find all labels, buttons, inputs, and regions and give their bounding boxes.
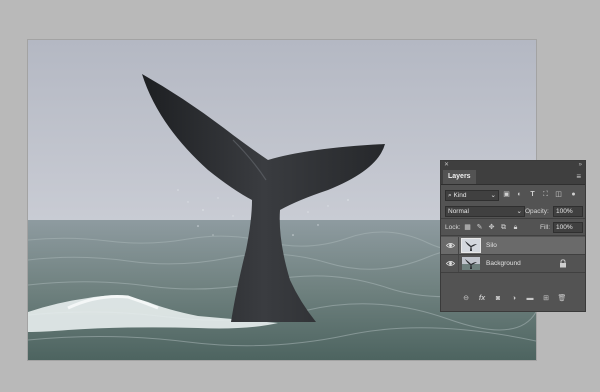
opacity-value: 100% [556, 208, 573, 215]
layers-panel: ✕ » Layers ≡ ⌕ Kind ⌄ ▣ ◐ T ⛶ ◫ ● Normal… [440, 160, 586, 312]
link-layers-icon[interactable]: ⊖ [461, 294, 471, 304]
layer-thumbnail [461, 238, 481, 253]
filter-type-icon[interactable]: T [528, 190, 537, 199]
filter-adjustment-icon[interactable]: ◐ [515, 190, 524, 199]
panel-menu-icon[interactable]: ≡ [576, 170, 581, 183]
panel-tab-bar: Layers ≡ [441, 169, 585, 185]
lock-icon[interactable] [559, 259, 567, 268]
lock-label: Lock: [445, 224, 461, 231]
layer-name: Background [486, 260, 521, 267]
divider [441, 235, 585, 236]
visibility-eye-icon[interactable] [446, 259, 455, 268]
whale-tail-thumbnail-icon [462, 239, 480, 252]
layer-row-background[interactable]: Background [441, 255, 585, 272]
new-group-folder-icon[interactable]: ▬ [525, 294, 535, 304]
lock-position-icon[interactable]: ✥ [487, 223, 496, 232]
new-layer-icon[interactable]: ⊞ [541, 294, 551, 304]
add-mask-icon[interactable]: ◙ [493, 294, 503, 304]
close-panel-icon[interactable]: ✕ [444, 161, 449, 169]
layers-bottom-toolbar: ⊖ fx ◙ ◑ ▬ ⊞ 🗑︎ [441, 294, 585, 306]
fill-value: 100% [556, 224, 573, 231]
filter-pixel-icon[interactable]: ▣ [502, 190, 511, 199]
divider [441, 272, 585, 273]
fx-icon[interactable]: fx [477, 294, 487, 304]
filter-row: ⌕ Kind ⌄ ▣ ◐ T ⛶ ◫ ● [441, 189, 585, 201]
lock-paint-icon[interactable]: ✎ [475, 223, 484, 232]
panel-titlebar[interactable]: ✕ » [441, 161, 585, 169]
layer-name: Silo [486, 242, 497, 249]
divider [458, 255, 459, 272]
lock-all-icon[interactable]: 🔒︎ [511, 223, 520, 232]
lock-artboard-icon[interactable]: ⧉ [499, 223, 508, 232]
blend-mode-value: Normal [448, 208, 469, 215]
layer-row-silo[interactable]: Silo [441, 237, 585, 254]
collapse-panel-icon[interactable]: » [579, 161, 582, 169]
blend-row: Normal ⌄ Opacity: 100% [441, 205, 585, 217]
whale-tail-thumbnail-icon [462, 257, 480, 270]
lock-row: Lock: ▦ ✎ ✥ ⧉ 🔒︎ Fill: 100% [441, 222, 585, 233]
layer-thumbnail [462, 257, 480, 270]
chevron-down-icon: ⌄ [490, 192, 496, 199]
adjustment-layer-icon[interactable]: ◑ [509, 294, 519, 304]
opacity-field[interactable]: 100% [553, 206, 583, 217]
opacity-label: Opacity: [525, 208, 549, 215]
blend-mode-select[interactable]: Normal ⌄ [445, 206, 525, 217]
divider [441, 218, 585, 219]
filter-kind-select[interactable]: ⌕ Kind ⌄ [445, 190, 499, 201]
filter-shape-icon[interactable]: ⛶ [541, 190, 550, 199]
fill-label: Fill: [540, 224, 551, 231]
fill-field[interactable]: 100% [553, 222, 583, 233]
filter-toggle-icon[interactable]: ● [569, 190, 578, 199]
filter-smartobject-icon[interactable]: ◫ [554, 190, 563, 199]
filter-kind-value: Kind [453, 192, 467, 199]
divider [458, 237, 459, 254]
search-icon: ⌕ [448, 192, 452, 199]
visibility-eye-icon[interactable] [446, 241, 455, 250]
trash-icon[interactable]: 🗑︎ [557, 294, 567, 304]
tab-layers[interactable]: Layers [443, 170, 476, 184]
lock-transparent-icon[interactable]: ▦ [463, 223, 472, 232]
chevron-down-icon: ⌄ [516, 208, 522, 215]
